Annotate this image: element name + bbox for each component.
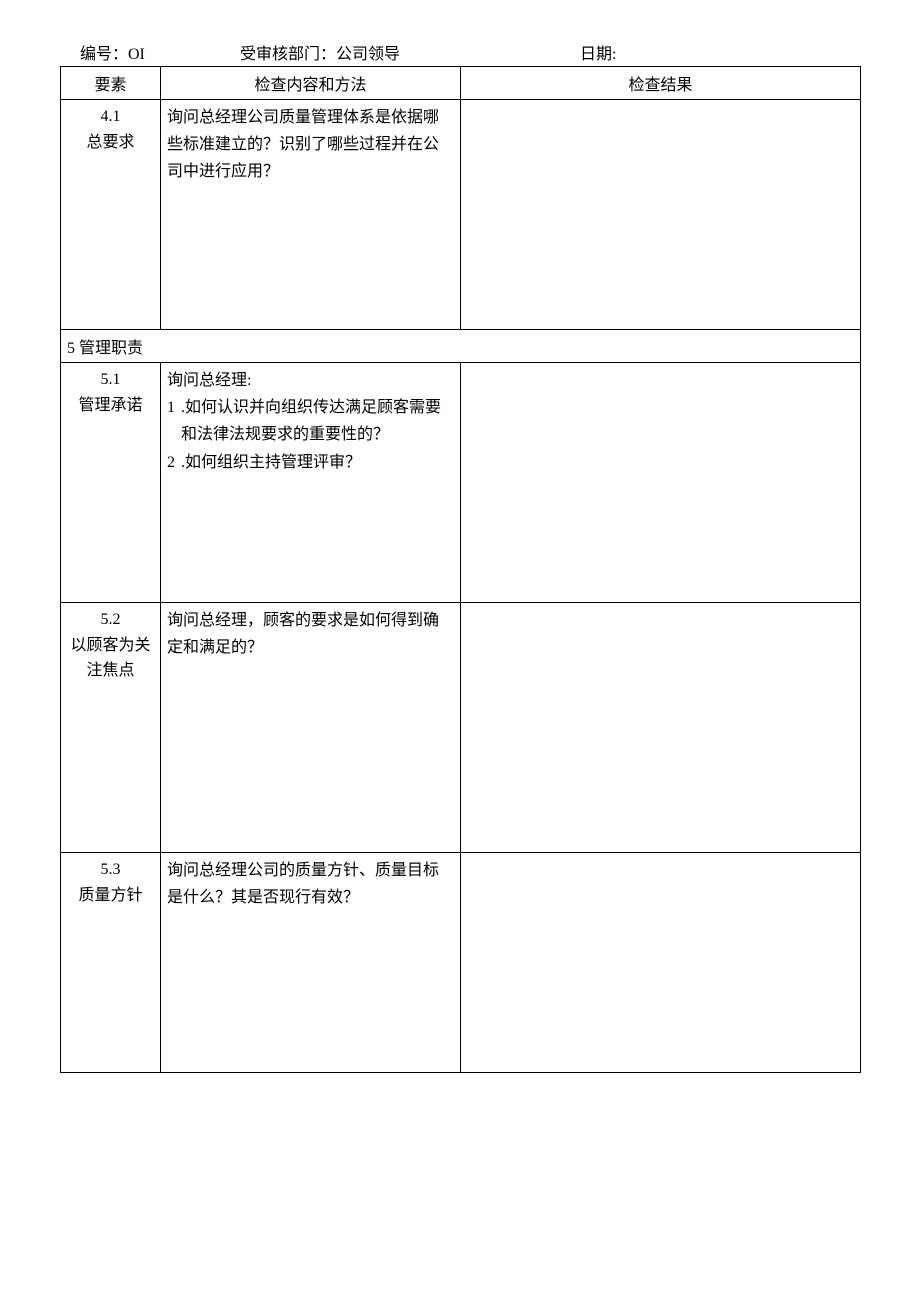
audit-table: 要素 检查内容和方法 检查结果 4.1 总要求 询问总经理公司质量管理体系是依据… [60, 66, 861, 1073]
element-number: 5.1 [67, 367, 154, 393]
table-row: 5.3 质量方针 询问总经理公司的质量方针、质量目标是什么？其是否现行有效？ [61, 853, 861, 1073]
element-cell: 5.2 以顾客为关注焦点 [61, 603, 161, 853]
result-cell [461, 853, 861, 1073]
list-number: 2 [167, 449, 181, 476]
audit-dept: 受审核部门：公司领导 [180, 40, 520, 64]
header-result: 检查结果 [461, 67, 861, 100]
list-item: 1 .如何认识并向组织传达满足顾客需要和法律法规要求的重要性的？ [167, 394, 454, 448]
content-cell: 询问总经理: 1 .如何认识并向组织传达满足顾客需要和法律法规要求的重要性的？ … [161, 363, 461, 603]
result-cell [461, 100, 861, 330]
table-row: 5.1 管理承诺 询问总经理: 1 .如何认识并向组织传达满足顾客需要和法律法规… [61, 363, 861, 603]
content-cell: 询问总经理公司的质量方针、质量目标是什么？其是否现行有效？ [161, 853, 461, 1073]
list-item: 2 .如何组织主持管理评审？ [167, 449, 454, 476]
content-intro: 询问总经理: [167, 367, 454, 394]
list-text: .如何组织主持管理评审？ [181, 449, 454, 476]
meta-row: 编号：OI 受审核部门：公司领导 日期: [60, 40, 860, 64]
element-name: 质量方针 [67, 883, 154, 909]
element-cell: 4.1 总要求 [61, 100, 161, 330]
element-name: 总要求 [67, 130, 154, 156]
header-element: 要素 [61, 67, 161, 100]
table-row: 4.1 总要求 询问总经理公司质量管理体系是依据哪些标准建立的？识别了哪些过程并… [61, 100, 861, 330]
element-number: 5.3 [67, 857, 154, 883]
result-cell [461, 363, 861, 603]
element-cell: 5.3 质量方针 [61, 853, 161, 1073]
table-header-row: 要素 检查内容和方法 检查结果 [61, 67, 861, 100]
table-row: 5.2 以顾客为关注焦点 询问总经理，顾客的要求是如何得到确定和满足的？ [61, 603, 861, 853]
content-cell: 询问总经理，顾客的要求是如何得到确定和满足的？ [161, 603, 461, 853]
element-cell: 5.1 管理承诺 [61, 363, 161, 603]
element-name: 管理承诺 [67, 393, 154, 419]
element-name: 以顾客为关注焦点 [67, 633, 154, 684]
section-row: 5 管理职责 [61, 330, 861, 363]
element-number: 5.2 [67, 607, 154, 633]
doc-id: 编号：OI [60, 40, 180, 64]
list-text: .如何认识并向组织传达满足顾客需要和法律法规要求的重要性的？ [181, 394, 454, 448]
doc-date: 日期: [520, 40, 860, 64]
content-cell: 询问总经理公司质量管理体系是依据哪些标准建立的？识别了哪些过程并在公司中进行应用… [161, 100, 461, 330]
result-cell [461, 603, 861, 853]
header-content: 检查内容和方法 [161, 67, 461, 100]
list-number: 1 [167, 394, 181, 448]
numbered-list: 1 .如何认识并向组织传达满足顾客需要和法律法规要求的重要性的？ 2 .如何组织… [167, 394, 454, 476]
section-title: 5 管理职责 [61, 330, 861, 363]
element-number: 4.1 [67, 104, 154, 130]
